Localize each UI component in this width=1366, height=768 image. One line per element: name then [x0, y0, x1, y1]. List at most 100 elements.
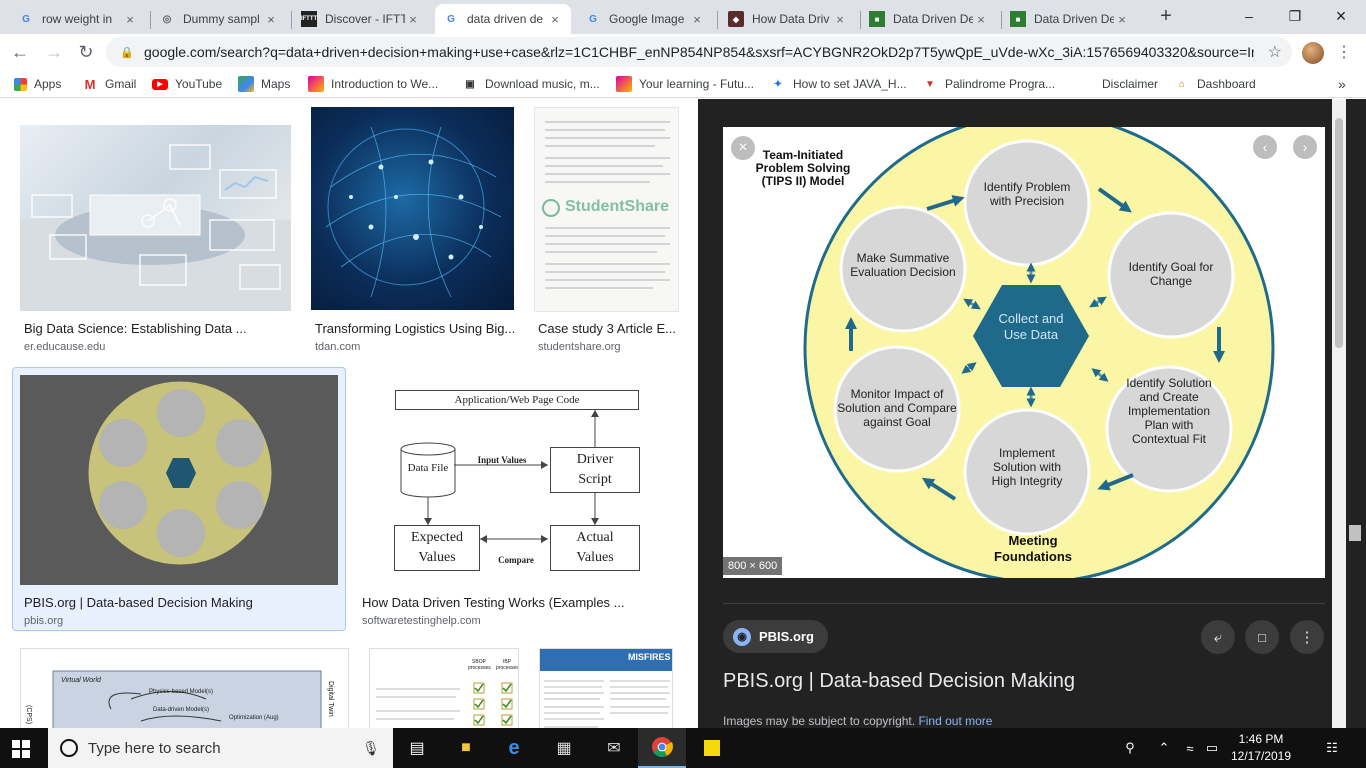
chrome-icon[interactable] [638, 728, 686, 768]
battery-icon[interactable]: ▭ [1202, 728, 1222, 768]
watermark-text: StudentShare [565, 198, 670, 215]
bookmarks-bar: Apps M Gmail ▶ YouTube Maps Introduction to We… [0, 70, 1366, 98]
microphone-icon[interactable]: 🎙 [361, 740, 381, 757]
preview-image-tips-model[interactable]: Team-Initiated Problem Solving (TIPS II)… [723, 127, 1325, 578]
result-thumb-big-data-science[interactable] [20, 125, 291, 311]
bookmark-item[interactable]: Your learning - Futu... [616, 75, 754, 93]
future-learn-icon [616, 76, 632, 92]
globe-icon: ◉ [733, 627, 751, 646]
bookmark-label: Palindrome Progra... [945, 77, 1056, 91]
bookmark-label: Download music, m... [485, 77, 600, 91]
preview-divider [723, 603, 1325, 604]
share-icon[interactable]: ⤶ [1201, 620, 1235, 654]
tab-separator [291, 11, 292, 29]
maximize-button[interactable]: ❐ [1272, 0, 1318, 32]
ifttt-icon: IFTTT [301, 11, 317, 27]
bookmark-item[interactable]: Apps [14, 75, 61, 93]
tab-close-icon[interactable]: × [405, 12, 421, 27]
browser-tab[interactable]: ■ Data Driven De × [1002, 4, 1138, 34]
close-preview-icon[interactable]: × [731, 136, 755, 160]
tips-step-summative: Make Summative Evaluation Decision [850, 251, 956, 279]
bookmark-star-icon[interactable]: ☆ [1268, 42, 1282, 62]
image-results: Big Data Science: Establishing Data ... … [0, 99, 698, 728]
result-thumb-case-study-document[interactable]: StudentShare [534, 107, 679, 312]
bookmark-item[interactable]: ✦ How to set JAVA_H... [770, 75, 907, 93]
browser-tab[interactable]: Gdata driven de × [435, 4, 571, 34]
tab-close-icon[interactable]: × [1114, 12, 1130, 27]
result-thumb-logistics-globe[interactable] [311, 107, 514, 310]
browser-tab[interactable]: ■ Data Driven De × [861, 4, 997, 34]
flow-actual-values: Actual Values [550, 525, 640, 571]
back-button[interactable]: ← [6, 38, 34, 66]
bookmark-label: How to set JAVA_H... [793, 77, 907, 91]
bookmark-item[interactable]: M Gmail [82, 75, 137, 93]
tab-close-icon[interactable]: × [973, 12, 989, 27]
result-thumb-misfires[interactable]: MISFIRES [539, 648, 673, 728]
edge-browser-icon[interactable]: e [490, 728, 538, 768]
result-title[interactable]: Big Data Science: Establishing Data ... [24, 321, 294, 336]
browser-tab[interactable]: ◆ How Data Driv × [720, 4, 856, 34]
bookmarks-overflow-button[interactable]: » [1338, 75, 1346, 93]
tab-close-icon[interactable]: × [122, 12, 138, 27]
preview-title[interactable]: PBIS.org | Data-based Decision Making [723, 670, 1075, 693]
more-options-icon[interactable]: ⋮ [1290, 620, 1324, 654]
bookmark-item[interactable]: ▶ YouTube [152, 75, 222, 93]
bookmark-item[interactable]: ▣ Download music, m... [462, 75, 600, 93]
result-title[interactable]: Transforming Logistics Using Big... [315, 321, 518, 336]
scrollbar-thumb[interactable] [1335, 118, 1343, 348]
result-thumb-digital-twin[interactable]: Virtual World Physics-based Model(s) Dat… [20, 648, 349, 728]
bookmark-item[interactable]: Maps [238, 75, 290, 93]
taskbar-clock[interactable]: 1:46 PM 12/17/2019 [1222, 731, 1300, 765]
bookmark-item[interactable]: Disclaimer [1102, 75, 1158, 93]
result-title[interactable]: PBIS.org | Data-based Decision Making [24, 595, 342, 610]
file-explorer-icon[interactable]: ■ [442, 728, 490, 768]
result-thumb-pbis-tips-model[interactable] [20, 375, 338, 585]
new-tab-button[interactable]: + [1156, 6, 1176, 28]
bookmark-item[interactable]: ⌂ Dashboard [1174, 75, 1256, 93]
notifications-icon[interactable]: ☷ [1320, 728, 1344, 768]
browser-tab[interactable]: G Google Image × [577, 4, 713, 34]
mail-icon[interactable]: ✉ [590, 728, 638, 768]
show-hidden-icons[interactable]: ⌃ [1154, 728, 1174, 768]
tab-close-icon[interactable]: × [832, 12, 848, 27]
browser-tab[interactable]: Grow weight in × [10, 4, 146, 34]
store-icon[interactable]: ▦ [540, 728, 588, 768]
tips-foundation-label: Meeting Foundations [994, 533, 1072, 564]
profile-avatar[interactable] [1302, 42, 1324, 64]
browser-menu-icon[interactable]: ⋮ [1334, 40, 1354, 66]
next-image-icon[interactable]: › [1293, 135, 1317, 159]
taskbar-search-box[interactable]: Type here to search 🎙 [48, 728, 393, 768]
v-icon: ▼ [925, 78, 935, 90]
result-thumb-checklist[interactable]: SBOP processes IBP processes [369, 648, 519, 728]
optimization-label: Optimization (Aug) [229, 715, 279, 721]
tips-step-identify-problem: Identify Problem with Precision [983, 180, 1071, 208]
close-window-button[interactable]: × [1318, 0, 1364, 32]
tab-close-icon[interactable]: × [263, 12, 279, 27]
address-bar[interactable]: 🔒 google.com/search?q=data+driven+decisi… [106, 37, 1292, 67]
previous-image-icon[interactable]: ‹ [1253, 135, 1277, 159]
result-title[interactable]: Case study 3 Article E... [538, 321, 678, 336]
browser-tab[interactable]: ◎ Dummy sampl × [151, 4, 287, 34]
windows-start-icon[interactable] [12, 740, 30, 758]
tab-close-icon[interactable]: × [547, 12, 563, 27]
visit-source-button[interactable]: ◉ PBIS.org [723, 620, 828, 653]
browser-tab[interactable]: IFTTT Discover - IFTT × [293, 4, 429, 34]
result-title[interactable]: How Data Driven Testing Works (Examples … [362, 595, 680, 610]
reload-button[interactable]: ↻ [72, 38, 100, 66]
bookmark-item[interactable]: ▼ Palindrome Progra... [922, 75, 1055, 93]
task-view-icon[interactable]: ▤ [393, 728, 441, 768]
people-icon[interactable]: ⚲ [1118, 728, 1142, 768]
result-thumb-data-driven-testing[interactable]: Application/Web Page Code Data File Inpu… [358, 375, 679, 585]
minimize-button[interactable]: – [1226, 0, 1272, 32]
save-bookmark-icon[interactable]: □ [1245, 620, 1279, 654]
tab-title: Dummy sampl [183, 12, 260, 26]
browser-toolbar: ← → ↻ 🔒 google.com/search?q=data+driven+… [0, 34, 1366, 70]
wifi-icon[interactable]: ≈ [1180, 728, 1200, 768]
tab-close-icon[interactable]: × [689, 12, 705, 27]
forward-button[interactable]: → [40, 38, 68, 66]
find-out-more-link[interactable]: Find out more [918, 714, 992, 728]
bookmark-item[interactable]: Introduction to We... [308, 75, 438, 93]
google-g-icon: G [22, 13, 30, 25]
result-source: softwaretestinghelp.com [362, 615, 481, 627]
sticky-notes-icon[interactable] [688, 728, 736, 768]
